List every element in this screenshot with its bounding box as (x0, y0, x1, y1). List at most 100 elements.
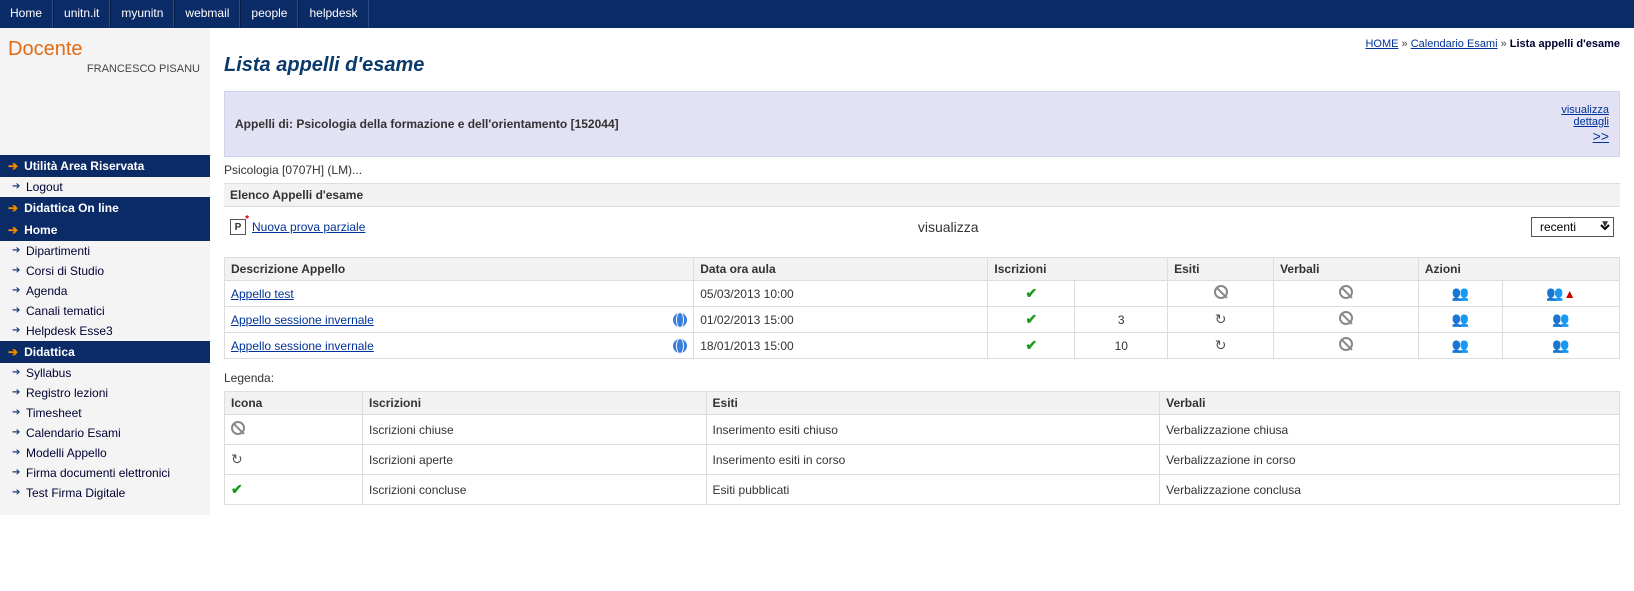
menu-item-helpdesk-esse3[interactable]: ➔Helpdesk Esse3 (0, 321, 210, 341)
legend-col-iscrizioni: Iscrizioni (363, 392, 707, 415)
forbid-icon (1339, 285, 1353, 299)
action-icon[interactable]: 👥 (1452, 337, 1469, 353)
forbid-icon (1339, 311, 1353, 325)
legend-row: ✔Iscrizioni concluseEsiti pubblicatiVerb… (225, 475, 1620, 505)
prova-parziale-icon: P* (230, 219, 246, 235)
topnav-people[interactable]: people (240, 0, 298, 28)
arrow-icon: ➔ (12, 285, 20, 296)
verbali-cell (1274, 307, 1419, 333)
breadcrumb-current: Lista appelli d'esame (1510, 38, 1620, 50)
menu-item-modelli-appello[interactable]: ➔Modelli Appello (0, 443, 210, 463)
info-box: Appelli di: Psicologia della formazione … (224, 91, 1620, 157)
legend-col-verbali: Verbali (1160, 392, 1620, 415)
filter-select[interactable]: recenti (1531, 217, 1614, 237)
menu-item-firma-documenti-elettronici[interactable]: ➔Firma documenti elettronici (0, 463, 210, 483)
page-title: Lista appelli d'esame (224, 54, 1620, 77)
col-iscrizioni: Iscrizioni (988, 258, 1168, 281)
nuova-prova-parziale-link[interactable]: Nuova prova parziale (252, 220, 365, 234)
check-icon: ✔ (1026, 311, 1038, 327)
verbali-cell (1274, 333, 1419, 359)
arrow-icon: ➔ (8, 345, 18, 359)
menu-head-didattica[interactable]: ➔ Didattica (0, 341, 210, 363)
legend-icon-cell (225, 415, 363, 445)
iscrizioni-count-cell (1075, 281, 1168, 307)
breadcrumb: HOME » Calendario Esami » Lista appelli … (224, 38, 1620, 50)
arrow-icon: ➔ (12, 367, 20, 378)
expand-icon[interactable]: >> (1561, 128, 1609, 144)
menu-item-dipartimenti[interactable]: ➔Dipartimenti (0, 241, 210, 261)
iscrizioni-count-cell: 10 (1075, 333, 1168, 359)
main-content: HOME » Calendario Esami » Lista appelli … (210, 28, 1634, 515)
menu-item-corsi-di-studio[interactable]: ➔Corsi di Studio (0, 261, 210, 281)
legend-icon-cell: ↻ (225, 445, 363, 475)
action-icon[interactable]: 👥 (1552, 311, 1569, 327)
iscrizioni-count-cell: 3 (1075, 307, 1168, 333)
legend-esiti-cell: Inserimento esiti in corso (706, 445, 1160, 475)
arrow-icon: ➔ (12, 387, 20, 398)
azione-1-cell[interactable]: 👥 (1418, 307, 1502, 333)
table-row: Appello sessione invernale18/01/2013 15:… (225, 333, 1620, 359)
legend-iscr-cell: Iscrizioni aperte (363, 445, 707, 475)
breadcrumb-mid[interactable]: Calendario Esami (1411, 38, 1498, 50)
legend-row: Iscrizioni chiuseInserimento esiti chius… (225, 415, 1620, 445)
menu-head-utilita[interactable]: ➔ Utilità Area Riservata (0, 155, 210, 177)
menu-head-home[interactable]: ➔ Home (0, 219, 210, 241)
action-icon[interactable]: 👥 (1452, 311, 1469, 327)
appelli-table: Descrizione AppelloData ora aulaIscrizio… (224, 257, 1620, 359)
forbid-icon (231, 421, 245, 435)
azione-2-cell[interactable]: 👥 (1502, 333, 1619, 359)
menu-item-syllabus[interactable]: ➔Syllabus (0, 363, 210, 383)
legend-esiti-cell: Inserimento esiti chiuso (706, 415, 1160, 445)
topnav-helpdesk[interactable]: helpdesk (298, 0, 368, 28)
azione-2-cell[interactable]: 👥▲ (1502, 281, 1619, 307)
dettagli-link[interactable]: dettagli (1561, 116, 1609, 128)
table-row: Appello sessione invernale01/02/2013 15:… (225, 307, 1620, 333)
top-nav: Homeunitn.itmyunitnwebmailpeoplehelpdesk (0, 0, 1634, 28)
menu-item-logout[interactable]: ➔Logout (0, 177, 210, 197)
check-icon: ✔ (231, 481, 243, 497)
verbali-cell (1274, 281, 1419, 307)
legend-iscr-cell: Iscrizioni concluse (363, 475, 707, 505)
iscrizioni-icon-cell: ✔ (988, 281, 1075, 307)
topnav-webmail[interactable]: webmail (174, 0, 240, 28)
topnav-unitnit[interactable]: unitn.it (53, 0, 110, 28)
azione-1-cell[interactable]: 👥 (1418, 333, 1502, 359)
arrow-icon: ➔ (12, 181, 20, 192)
menu-item-registro-lezioni[interactable]: ➔Registro lezioni (0, 383, 210, 403)
menu-item-canali-tematici[interactable]: ➔Canali tematici (0, 301, 210, 321)
topnav-myunitn[interactable]: myunitn (110, 0, 174, 28)
menu-item-test-firma-digitale[interactable]: ➔Test Firma Digitale (0, 483, 210, 503)
table-row: Appello test 05/03/2013 10:00✔ 👥 👥▲ (225, 281, 1620, 307)
arrow-icon: ➔ (12, 245, 20, 256)
action-icon[interactable]: 👥 (1552, 337, 1569, 353)
appello-link[interactable]: Appello test (231, 287, 294, 301)
legend-verb-cell: Verbalizzazione in corso (1160, 445, 1620, 475)
menu-item-calendario-esami[interactable]: ➔Calendario Esami (0, 423, 210, 443)
breadcrumb-home[interactable]: HOME (1365, 38, 1398, 50)
info-label: Appelli di: Psicologia della formazione … (235, 117, 619, 131)
azione-2-cell[interactable]: 👥 (1502, 307, 1619, 333)
col-descrizione-appello: Descrizione Appello (225, 258, 694, 281)
legend-title: Legenda: (224, 371, 1620, 385)
azione-1-cell[interactable]: 👥 (1418, 281, 1502, 307)
menu-head-didattica-online[interactable]: ➔ Didattica On line (0, 197, 210, 219)
action-warn-icon[interactable]: 👥▲ (1546, 285, 1575, 301)
date-cell: 05/03/2013 10:00 (694, 281, 988, 307)
appello-link[interactable]: Appello sessione invernale (231, 339, 374, 353)
esiti-cell: ↻ (1168, 333, 1274, 359)
arrow-icon: ➔ (12, 467, 20, 478)
visualizza-link[interactable]: visualizza (1561, 104, 1609, 116)
user-name: FRANCESCO PISANU (0, 63, 210, 95)
menu-item-agenda[interactable]: ➔Agenda (0, 281, 210, 301)
reload-icon: ↻ (1215, 337, 1227, 353)
visualizza-label: visualizza (918, 219, 979, 235)
arrow-icon: ➔ (12, 325, 20, 336)
menu-item-timesheet[interactable]: ➔Timesheet (0, 403, 210, 423)
appello-link[interactable]: Appello sessione invernale (231, 313, 374, 327)
arrow-icon: ➔ (8, 201, 18, 215)
legend-table: IconaIscrizioniEsitiVerbali Iscrizioni c… (224, 391, 1620, 505)
action-icon[interactable]: 👥 (1452, 285, 1469, 301)
arrow-icon: ➔ (8, 223, 18, 237)
legend-col-icona: Icona (225, 392, 363, 415)
topnav-home[interactable]: Home (0, 0, 53, 28)
